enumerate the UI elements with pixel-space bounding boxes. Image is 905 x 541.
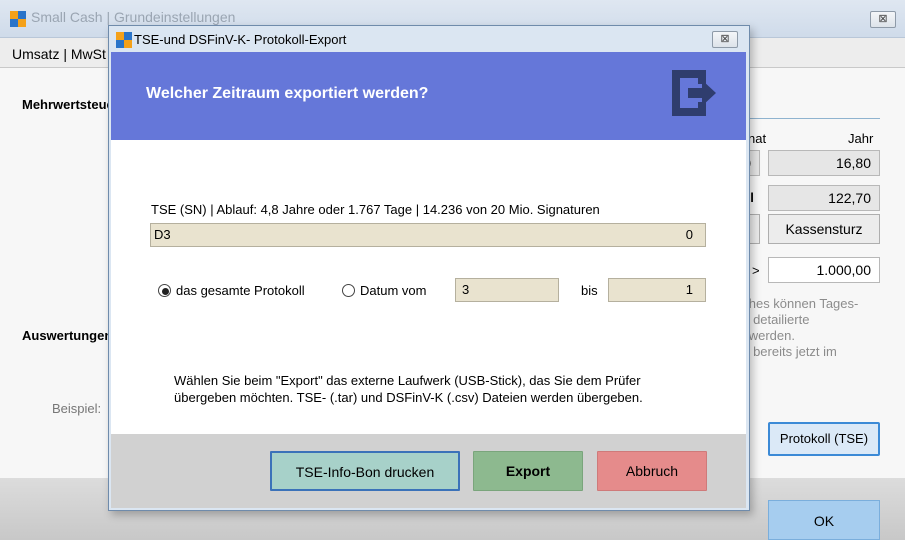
column-jahr: Jahr — [848, 131, 874, 146]
beispiel-label: Beispiel: — [52, 401, 102, 416]
soll-value: 122,70 — [768, 185, 880, 211]
threshold-label: > — [752, 263, 760, 278]
date-to-value: 1 — [685, 282, 693, 297]
radio-icon[interactable] — [158, 284, 171, 297]
section-auswertungen: Auswertungen — [22, 328, 113, 343]
dialog-close-icon[interactable]: ⊠ — [712, 31, 738, 48]
export-button[interactable]: Export — [473, 451, 583, 491]
dialog-title: TSE-und DSFinV-K- Protokoll-Export — [134, 32, 347, 47]
radio-gesamtes-protokoll-label[interactable]: das gesamte Protokoll — [176, 283, 305, 298]
tse-serial-suffix: 0 — [685, 227, 693, 242]
threshold-input[interactable]: 1.000,00 — [768, 257, 880, 283]
tse-serial-field: D3 0 — [150, 223, 706, 247]
info-text-line: uches können Tages- — [735, 296, 859, 311]
radio-datum-label[interactable]: Datum vom — [360, 283, 426, 298]
section-mehrwertsteuer: Mehrwertsteuer — [22, 97, 119, 112]
background-window-title: Small Cash | Grundeinstellungen — [31, 9, 236, 25]
protokoll-tse-button[interactable]: Protokoll (TSE) — [768, 422, 880, 456]
date-to-input[interactable]: 1 — [608, 278, 706, 302]
dialog-heading: Welcher Zeitraum exportiert werden? — [146, 85, 429, 102]
ok-button[interactable]: OK — [768, 500, 880, 540]
abbruch-button[interactable]: Abbruch — [597, 451, 707, 491]
date-from-value: 3 — [462, 282, 470, 297]
tse-info-bon-button[interactable]: TSE-Info-Bon drucken — [270, 451, 460, 491]
hint-line: Wählen Sie beim "Export" das externe Lau… — [174, 373, 641, 388]
tse-info-text: TSE (SN) | Ablauf: 4,8 Jahre oder 1.767 … — [151, 202, 600, 217]
kassensturz-button[interactable]: Kassensturz — [768, 214, 880, 244]
date-from-input[interactable]: 3 — [455, 278, 559, 302]
bis-label: bis — [581, 283, 598, 298]
radio-icon[interactable] — [342, 284, 355, 297]
app-icon — [10, 11, 26, 27]
tse-serial-value: D3 — [154, 227, 171, 242]
export-hint-text: Wählen Sie beim "Export" das externe Lau… — [174, 372, 643, 406]
tab-umsatz-mwst[interactable]: Umsatz | MwSt — [12, 46, 106, 62]
export-icon — [668, 66, 720, 120]
close-icon[interactable]: ⊠ — [870, 11, 896, 28]
jahr-value: 16,80 — [768, 150, 880, 176]
divider — [730, 118, 880, 119]
app-icon — [116, 32, 132, 48]
hint-line: übergeben möchten. TSE- (.tar) und DSFin… — [174, 390, 643, 405]
info-text-line: en bereits jetzt im — [735, 344, 837, 359]
